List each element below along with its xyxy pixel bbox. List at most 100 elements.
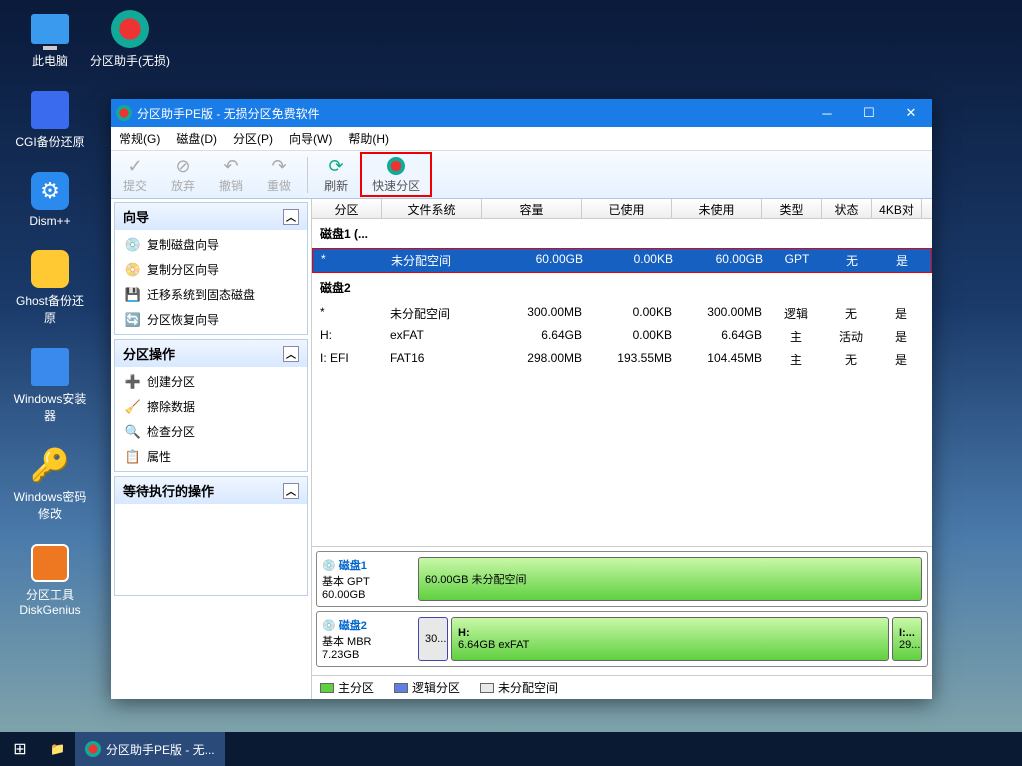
collapse-icon[interactable]: ︿ (283, 483, 299, 499)
icon-label: Windows密码修改 (10, 488, 90, 522)
wizard-recover[interactable]: 🔄分区恢复向导 (115, 307, 307, 332)
collapse-icon[interactable]: ︿ (283, 209, 299, 225)
wipe-icon: 🧹 (125, 399, 141, 415)
table-row[interactable]: I: EFIFAT16298.00MB193.55MB104.45MB主无是 (312, 348, 932, 371)
main-area: 分区 文件系统 容量 已使用 未使用 类型 状态 4KB对齐 磁盘1 (... … (312, 199, 932, 699)
desktop-icon-this-pc[interactable]: 此电脑 (10, 8, 90, 69)
menu-general[interactable]: 常规(G) (111, 130, 168, 147)
legend-primary: 主分区 (320, 679, 374, 696)
window-title: 分区助手PE版 - 无损分区免费软件 (137, 105, 806, 122)
pending-panel: 等待执行的操作︿ (114, 476, 308, 596)
start-button[interactable]: ⊞ (0, 732, 40, 766)
titlebar[interactable]: 分区助手PE版 - 无损分区免费软件 ─ ☐ ✕ (111, 99, 932, 127)
toolbar-refresh[interactable]: ⟳刷新 (312, 153, 360, 196)
col-partition[interactable]: 分区 (312, 199, 382, 218)
ops-panel: 分区操作︿ ➕创建分区 🧹擦除数据 🔍检查分区 📋属性 (114, 339, 308, 472)
sidebar: 向导︿ 💿复制磁盘向导 📀复制分区向导 💾迁移系统到固态磁盘 🔄分区恢复向导 分… (111, 199, 312, 699)
desktop-icon-dism[interactable]: ⚙Dism++ (10, 170, 90, 228)
toolbar-submit[interactable]: ✓提交 (111, 153, 159, 196)
col-filesystem[interactable]: 文件系统 (382, 199, 482, 218)
minimize-button[interactable]: ─ (806, 99, 848, 127)
disk-title: 💿 磁盘2 (322, 617, 412, 633)
toolbar-redo[interactable]: ↷重做 (255, 153, 303, 196)
ops-panel-header[interactable]: 分区操作︿ (115, 340, 307, 367)
col-free[interactable]: 未使用 (672, 199, 762, 218)
wizard-migrate-ssd[interactable]: 💾迁移系统到固态磁盘 (115, 282, 307, 307)
menu-help[interactable]: 帮助(H) (340, 130, 397, 147)
menu-partition[interactable]: 分区(P) (225, 130, 281, 147)
props-icon: 📋 (125, 449, 141, 465)
taskbar: ⊞ 📁 分区助手PE版 - 无... (0, 732, 1022, 766)
col-used[interactable]: 已使用 (582, 199, 672, 218)
menu-wizard[interactable]: 向导(W) (281, 130, 340, 147)
disk-label: 💿 磁盘2 基本 MBR 7.23GB (322, 617, 412, 661)
icon-label: 此电脑 (10, 52, 90, 69)
icon-label: 分区工具DiskGenius (10, 586, 90, 617)
close-button[interactable]: ✕ (890, 99, 932, 127)
icon-label: CGI备份还原 (10, 133, 90, 150)
ssd-icon: 💾 (125, 287, 141, 303)
disk-segment-i[interactable]: I:...29... (892, 617, 922, 661)
desktop-icon-partition-assist[interactable]: 分区助手(无损) (90, 8, 170, 69)
desktop-icon-wininstall[interactable]: Windows安装器 (10, 346, 90, 424)
table-row[interactable]: H:exFAT6.64GB0.00KB6.64GB主活动是 (312, 325, 932, 348)
app-icon (85, 741, 101, 757)
toolbar: ✓提交 ⊘放弃 ↶撤销 ↷重做 ⟳刷新 快速分区 (111, 151, 932, 199)
disk-maps: 💿 磁盘1 基本 GPT 60.00GB 60.00GB 未分配空间 💿 磁盘2… (312, 546, 932, 675)
legend-logical: 逻辑分区 (394, 679, 460, 696)
disk-segment-unalloc[interactable]: 60.00GB 未分配空间 (418, 557, 922, 601)
toolbar-undo[interactable]: ↶撤销 (207, 153, 255, 196)
wizard-copy-partition[interactable]: 📀复制分区向导 (115, 257, 307, 282)
group-disk1[interactable]: 磁盘1 (... (312, 219, 932, 248)
undo-icon: ↶ (219, 155, 243, 177)
collapse-icon[interactable]: ︿ (283, 346, 299, 362)
col-status[interactable]: 状态 (822, 199, 872, 218)
table-row[interactable]: *未分配空间60.00GB0.00KB60.00GBGPT无是 (312, 248, 932, 273)
grid-header: 分区 文件系统 容量 已使用 未使用 类型 状态 4KB对齐 (312, 199, 932, 219)
app-icon (116, 105, 132, 121)
desktop-icon-winpass[interactable]: 🔑Windows密码修改 (10, 444, 90, 522)
diskmap-disk1[interactable]: 💿 磁盘1 基本 GPT 60.00GB 60.00GB 未分配空间 (316, 551, 928, 607)
op-check-partition[interactable]: 🔍检查分区 (115, 419, 307, 444)
group-disk2[interactable]: 磁盘2 (312, 273, 932, 302)
check-icon: 🔍 (125, 424, 141, 440)
wizard-copy-disk[interactable]: 💿复制磁盘向导 (115, 232, 307, 257)
disk-label: 💿 磁盘1 基本 GPT 60.00GB (322, 557, 412, 601)
plus-icon: ➕ (125, 374, 141, 390)
diskmap-disk2[interactable]: 💿 磁盘2 基本 MBR 7.23GB 30... H:6.64GB exFAT… (316, 611, 928, 667)
desktop-icon-diskgenius[interactable]: 分区工具DiskGenius (10, 542, 90, 617)
wizard-panel: 向导︿ 💿复制磁盘向导 📀复制分区向导 💾迁移系统到固态磁盘 🔄分区恢复向导 (114, 202, 308, 335)
toolbar-separator (307, 157, 308, 193)
col-capacity[interactable]: 容量 (482, 199, 582, 218)
taskbar-app[interactable]: 分区助手PE版 - 无... (75, 732, 225, 766)
disk-segment-small[interactable]: 30... (418, 617, 448, 661)
menubar: 常规(G) 磁盘(D) 分区(P) 向导(W) 帮助(H) (111, 127, 932, 151)
wizard-panel-header[interactable]: 向导︿ (115, 203, 307, 230)
col-align[interactable]: 4KB对齐 (872, 199, 922, 218)
desktop-icon-ghost[interactable]: Ghost备份还原 (10, 248, 90, 326)
table-row[interactable]: *未分配空间300.00MB0.00KB300.00MB逻辑无是 (312, 302, 932, 325)
recover-icon: 🔄 (125, 312, 141, 328)
col-type[interactable]: 类型 (762, 199, 822, 218)
app-window: 分区助手PE版 - 无损分区免费软件 ─ ☐ ✕ 常规(G) 磁盘(D) 分区(… (111, 99, 932, 699)
toolbar-quick-partition[interactable]: 快速分区 (360, 152, 432, 197)
icon-label: Windows安装器 (10, 390, 90, 424)
taskbar-explorer[interactable]: 📁 (40, 732, 75, 766)
maximize-button[interactable]: ☐ (848, 99, 890, 127)
op-wipe-data[interactable]: 🧹擦除数据 (115, 394, 307, 419)
icon-label: Dism++ (10, 214, 90, 228)
toolbar-discard[interactable]: ⊘放弃 (159, 153, 207, 196)
disk-segment-h[interactable]: H:6.64GB exFAT (451, 617, 889, 661)
menu-disk[interactable]: 磁盘(D) (168, 130, 225, 147)
refresh-icon: ⟳ (324, 155, 348, 177)
check-icon: ✓ (123, 155, 147, 177)
icon-label: Ghost备份还原 (10, 292, 90, 326)
redo-icon: ↷ (267, 155, 291, 177)
desktop-icon-cgi-backup[interactable]: CGI备份还原 (10, 89, 90, 150)
legend: 主分区 逻辑分区 未分配空间 (312, 675, 932, 699)
icon-label: 分区助手(无损) (90, 52, 170, 69)
op-properties[interactable]: 📋属性 (115, 444, 307, 469)
op-create-partition[interactable]: ➕创建分区 (115, 369, 307, 394)
pending-panel-header[interactable]: 等待执行的操作︿ (115, 477, 307, 504)
legend-unalloc: 未分配空间 (480, 679, 558, 696)
